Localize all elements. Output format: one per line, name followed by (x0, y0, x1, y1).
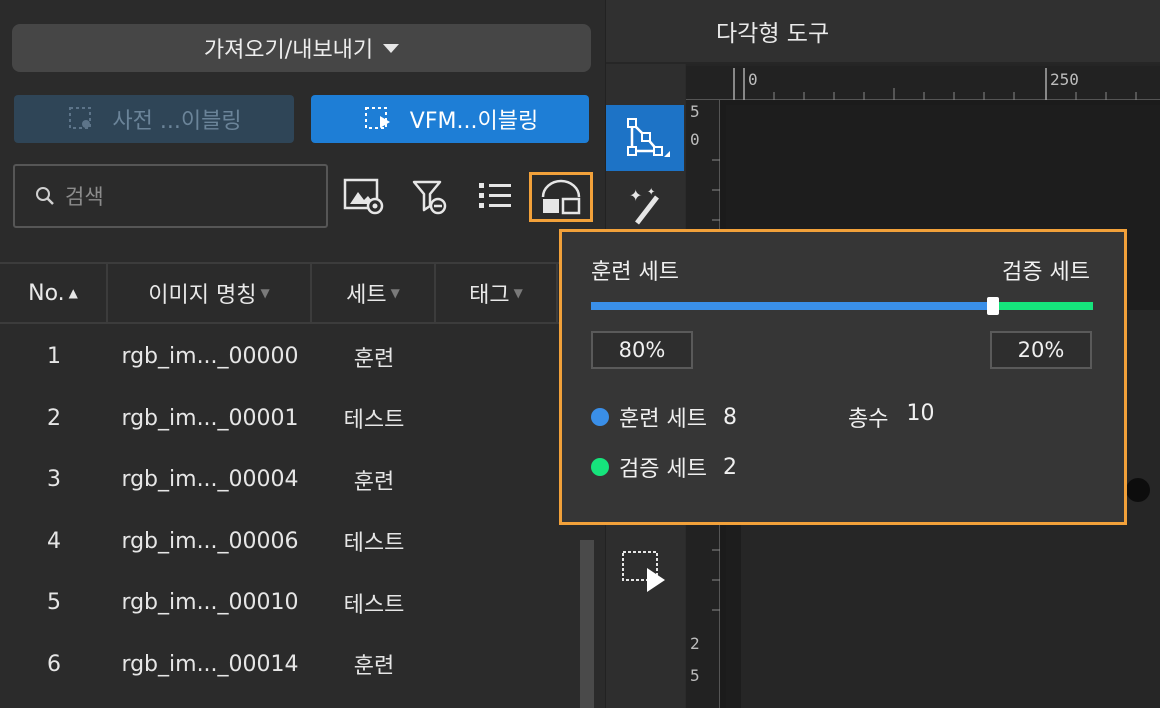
slider-train-fill (591, 302, 993, 310)
table-header: No. ▲ 이미지 명칭 ▼ 세트 ▼ 태그 ▼ (0, 262, 580, 324)
table-row[interactable]: 6 rgb_im..._00014 훈련 (0, 634, 580, 696)
train-count: 8 (722, 404, 737, 430)
sort-icon: ▼ (260, 286, 270, 300)
ruler-top-label: 0 (748, 70, 758, 89)
val-count: 2 (722, 454, 737, 480)
svg-text:✦: ✦ (647, 187, 655, 198)
validation-set-label: 검증 세트 (1002, 260, 1090, 285)
ruler-left-label: 5 (690, 666, 700, 685)
magic-wand-tool-button[interactable]: ✦ ✦ (606, 180, 684, 230)
tool-strip-header (606, 0, 686, 64)
image-table-body: 1 rgb_im..._00000 훈련 2 rgb_im..._00001 테… (0, 326, 580, 695)
ruler-top-label: 250 (1050, 70, 1079, 89)
dataset-split-icon (541, 179, 581, 215)
search-placeholder: 검색 (65, 185, 104, 209)
sort-asc-icon: ▲ (68, 286, 78, 300)
table-row[interactable]: 1 rgb_im..._00000 훈련 (0, 326, 580, 388)
polygon-icon (627, 118, 670, 157)
import-export-dropdown[interactable]: 가져오기/내보내기 (12, 24, 591, 72)
magic-wand-icon: ✦ ✦ (629, 186, 659, 225)
import-export-label: 가져오기/내보내기 (203, 38, 374, 63)
pre-labeling-button[interactable]: 사전 ...이블링 (14, 95, 294, 143)
table-row[interactable]: 3 rgb_im..._00004 훈련 (0, 449, 580, 511)
search-input[interactable]: 검색 (13, 164, 328, 228)
table-row[interactable]: 2 rgb_im..._00001 테스트 (0, 388, 580, 450)
total-count: 10 (906, 401, 935, 426)
polygon-tool-button[interactable] (606, 105, 684, 171)
train-dot-icon (591, 408, 609, 426)
video-annotation-tool-button[interactable] (606, 540, 684, 600)
svg-text:✦: ✦ (629, 186, 642, 205)
train-percent-input[interactable]: 80% (591, 331, 693, 369)
pre-label-text: 사전 ...이블링 (112, 109, 242, 134)
sort-icon: ▼ (513, 286, 523, 300)
total-count-row: 총수 10 (848, 401, 935, 432)
slider-val-fill (993, 302, 1093, 310)
image-feature (1126, 478, 1150, 502)
ruler-left-label: 5 (690, 102, 700, 121)
val-dot-icon (591, 458, 609, 476)
train-set-label: 훈련 세트 (591, 260, 679, 285)
table-row[interactable]: 5 rgb_im..._00010 테스트 (0, 572, 580, 634)
vfm-label-icon (364, 107, 390, 129)
vfm-label-text: VFM...이블링 (409, 109, 539, 134)
list-view-icon[interactable] (471, 172, 519, 220)
column-header-no[interactable]: No. ▲ (0, 264, 108, 322)
ruler-top: 0 250 (686, 66, 1160, 100)
pre-label-icon (69, 107, 92, 129)
caret-down-icon (383, 43, 400, 53)
filter-icon[interactable] (406, 172, 454, 220)
left-panel: 가져오기/내보내기 사전 ...이블링 VFM...이블링 검색 No. ▲ 이… (0, 0, 605, 708)
column-header-image-name[interactable]: 이미지 명칭 ▼ (108, 264, 312, 322)
table-scrollbar[interactable] (580, 540, 594, 708)
table-row[interactable]: 4 rgb_im..._00006 테스트 (0, 511, 580, 573)
dataset-split-popup: 훈련 세트 검증 세트 80% 20% 훈련 세트 8 총수 10 검증 세트 … (559, 229, 1127, 525)
ruler-left-label: 2 (690, 634, 700, 653)
column-header-tag[interactable]: 태그 ▼ (436, 264, 558, 322)
val-legend: 검증 세트 2 (591, 451, 737, 483)
dataset-split-button[interactable] (529, 172, 593, 222)
image-settings-icon[interactable] (340, 172, 388, 220)
val-percent-input[interactable]: 20% (990, 331, 1092, 369)
column-header-set[interactable]: 세트 ▼ (312, 264, 436, 322)
video-select-icon (622, 551, 665, 592)
ruler-left-label: 0 (690, 130, 700, 149)
train-legend: 훈련 세트 8 (591, 401, 737, 433)
search-icon (36, 187, 54, 205)
split-ratio-slider[interactable] (591, 297, 1093, 315)
vfm-labeling-button[interactable]: VFM...이블링 (311, 95, 589, 143)
slider-handle[interactable] (987, 297, 999, 315)
sort-icon: ▼ (390, 286, 400, 300)
canvas-title: 다각형 도구 (686, 0, 1160, 64)
